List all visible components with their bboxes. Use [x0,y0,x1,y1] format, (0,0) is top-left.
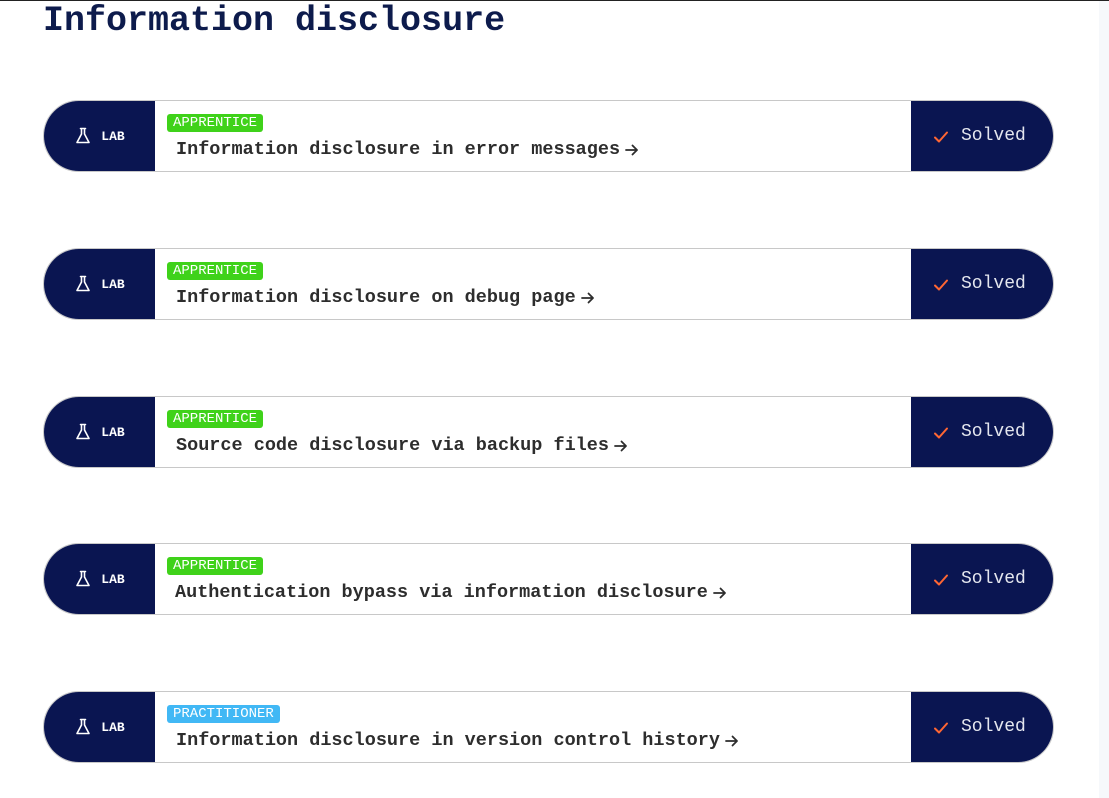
lab-row: LAB PRACTITIONER Information disclosure … [43,691,1054,763]
lab-title-text: Source code disclosure via backup files [176,435,609,456]
lab-type-label: LAB [44,692,155,762]
lab-row: LAB APPRENTICE Source code disclosure vi… [43,396,1054,468]
check-icon [934,131,948,143]
flask-icon [76,275,91,292]
lab-type-label: LAB [44,397,155,467]
flask-icon [76,570,91,587]
page: Information disclosure LAB APPRENTICE In… [0,0,1109,798]
lab-title-link[interactable]: Information disclosure on debug page [176,287,596,308]
lab-title-link[interactable]: Information disclosure in version contro… [176,730,740,751]
lab-row: LAB APPRENTICE Information disclosure on… [43,248,1054,320]
lab-type-text: LAB [101,424,125,440]
check-icon [934,574,948,586]
lab-status: Solved [911,544,1053,614]
check-icon [934,722,948,734]
level-badge: APPRENTICE [167,262,264,280]
lab-row: LAB APPRENTICE Authentication bypass via… [43,543,1054,615]
lab-type-text: LAB [101,276,125,292]
level-badge: PRACTITIONER [167,705,280,723]
lab-body: APPRENTICE Source code disclosure via ba… [155,397,911,467]
lab-body: APPRENTICE Information disclosure in err… [155,101,911,171]
status-text: Solved [961,569,1026,589]
page-title: Information disclosure [43,1,506,41]
lab-title-text: Information disclosure on debug page [176,287,576,308]
lab-title-link[interactable]: Information disclosure in error messages [176,139,640,160]
arrow-right-icon [580,292,594,303]
lab-title-text: Information disclosure in error messages [176,139,621,160]
lab-row: LAB APPRENTICE Information disclosure in… [43,100,1054,172]
arrow-right-icon [712,587,726,598]
check-icon [934,279,948,291]
lab-status: Solved [911,101,1053,171]
flask-icon [76,718,91,735]
lab-status: Solved [911,397,1053,467]
lab-title-link[interactable]: Source code disclosure via backup files [176,435,629,456]
level-badge: APPRENTICE [167,410,264,428]
level-badge: APPRENTICE [167,114,264,132]
flask-icon [76,127,91,144]
arrow-right-icon [625,144,638,155]
check-icon [934,427,948,439]
lab-body: APPRENTICE Authentication bypass via inf… [155,544,911,614]
status-text: Solved [961,422,1026,442]
status-text: Solved [961,717,1026,737]
lab-status: Solved [911,692,1053,762]
lab-title-link[interactable]: Authentication bypass via information di… [175,582,728,603]
level-badge: APPRENTICE [167,557,264,575]
lab-type-label: LAB [44,101,155,171]
lab-title-text: Authentication bypass via information di… [175,582,708,603]
lab-body: APPRENTICE Information disclosure on deb… [155,249,911,319]
arrow-right-icon [725,735,738,746]
arrow-right-icon [614,440,627,451]
status-text: Solved [961,274,1026,294]
lab-type-label: LAB [44,249,155,319]
lab-type-label: LAB [44,544,155,614]
lab-type-text: LAB [101,128,125,144]
status-text: Solved [961,126,1026,146]
flask-icon [76,423,91,440]
lab-status: Solved [911,249,1053,319]
lab-body: PRACTITIONER Information disclosure in v… [155,692,911,762]
lab-type-text: LAB [101,571,125,587]
page-edge [1099,1,1109,798]
lab-title-text: Information disclosure in version contro… [176,730,720,751]
lab-type-text: LAB [101,719,125,735]
